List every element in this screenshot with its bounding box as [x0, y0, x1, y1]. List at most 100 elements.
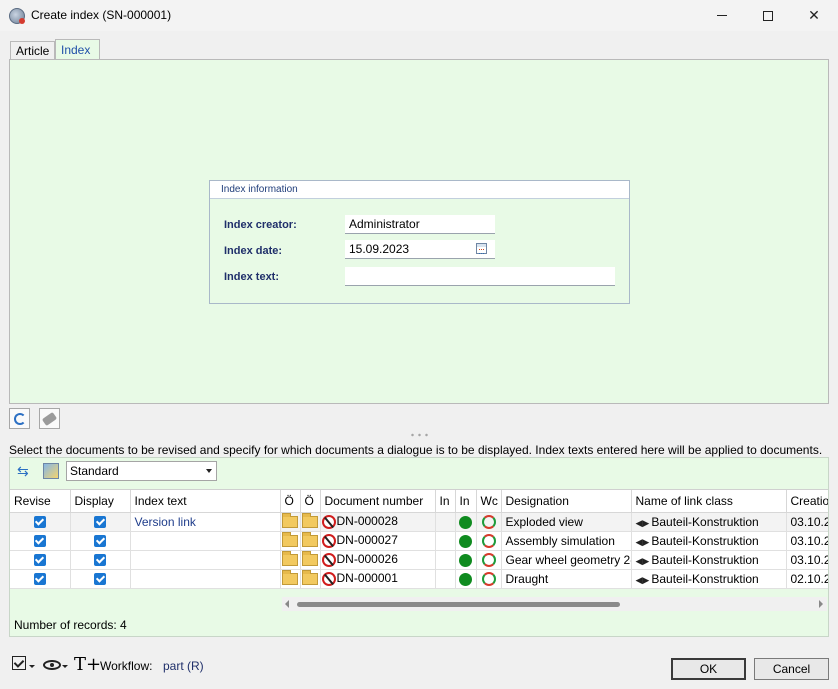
display-checkbox[interactable]	[94, 573, 106, 586]
maximize-icon	[763, 10, 773, 21]
workflow-cycle-icon	[481, 552, 496, 567]
status-green-icon	[459, 572, 472, 586]
scroll-right-icon[interactable]	[819, 600, 823, 608]
splitter-handle[interactable]	[409, 433, 431, 437]
folder-open-icon[interactable]	[302, 570, 318, 586]
index-text-cell[interactable]	[130, 550, 281, 570]
column-header-in1[interactable]: In	[435, 490, 456, 513]
status-green-icon	[459, 534, 472, 548]
index-text-cell[interactable]: Version link	[130, 512, 281, 532]
workflow-cycle-icon	[481, 533, 496, 548]
workflow-cycle-icon	[481, 571, 496, 586]
index-text-cell[interactable]	[130, 569, 281, 589]
link-arrows-icon: ◀▶	[635, 536, 650, 547]
column-header-display[interactable]: Display	[70, 490, 131, 513]
refresh-icon	[13, 412, 26, 425]
column-header-document-number[interactable]: Document number	[320, 490, 436, 513]
index-text-label: Index text:	[224, 271, 280, 283]
scroll-left-icon[interactable]	[285, 600, 289, 608]
document-locked-icon	[321, 552, 336, 567]
table-row[interactable]: DN-000026 Gear wheel geometry 2- ◀▶ Baute…	[10, 550, 828, 570]
view-dropdown[interactable]: Standard	[66, 461, 217, 481]
view-dropdown-value: Standard	[70, 464, 119, 478]
display-checkbox[interactable]	[94, 516, 106, 529]
refresh-button[interactable]	[9, 408, 30, 429]
workflow-value: part (R)	[163, 659, 204, 673]
workflow-label: Workflow:	[100, 659, 153, 673]
link-arrows-icon: ◀▶	[635, 574, 650, 585]
creation-cell: 02.10.20	[786, 569, 828, 589]
document-number: DN-000028	[336, 514, 398, 529]
revise-checkbox[interactable]	[33, 535, 46, 548]
instruction-text: Select the documents to be revised and s…	[9, 443, 823, 457]
creation-cell: 03.10.20	[786, 531, 828, 551]
index-creator-field[interactable]: Administrator	[345, 215, 495, 234]
document-number: DN-000027	[336, 533, 398, 548]
scrollbar-thumb[interactable]	[297, 602, 620, 607]
index-date-value: 15.09.2023	[349, 242, 410, 256]
column-header-designation[interactable]: Designation	[501, 490, 632, 513]
index-creator-label: Index creator:	[224, 219, 297, 231]
link-class-cell: Bauteil-Konstruktion	[651, 571, 759, 586]
revise-checkbox[interactable]	[33, 573, 46, 586]
grid-header-row: Revise Display Index text Ö Ö Document n…	[10, 490, 828, 513]
record-count: Number of records: 4	[14, 618, 127, 632]
display-checkbox[interactable]	[94, 554, 106, 567]
document-locked-icon	[321, 571, 336, 586]
close-button[interactable]: ✕	[791, 0, 837, 31]
document-locked-icon	[321, 533, 336, 548]
table-row[interactable]: DN-000001 Draught ◀▶ Bauteil-Konstruktion…	[10, 569, 828, 589]
folder-open-icon[interactable]	[302, 551, 318, 567]
table-row[interactable]: Version link DN-000028 Exploded view ◀▶ B…	[10, 512, 828, 532]
column-header-revise[interactable]: Revise	[10, 490, 71, 513]
chevron-down-icon[interactable]	[29, 665, 35, 668]
eraser-button[interactable]	[39, 408, 60, 429]
folder-icon[interactable]	[282, 532, 298, 548]
column-header-index-text[interactable]: Index text	[130, 490, 281, 513]
revise-checkbox[interactable]	[33, 554, 46, 567]
ok-button[interactable]: OK	[671, 658, 746, 680]
designation-cell: Assembly simulation	[501, 531, 632, 551]
index-text-cell[interactable]	[130, 531, 281, 551]
tab-index[interactable]: Index	[55, 39, 100, 61]
chevron-down-icon	[206, 469, 212, 473]
document-number: DN-000026	[336, 552, 398, 567]
maximize-button[interactable]	[745, 0, 791, 31]
calendar-icon[interactable]	[476, 243, 487, 254]
index-text-field[interactable]	[345, 267, 615, 286]
chevron-down-icon[interactable]	[62, 665, 68, 668]
designation-cell: Exploded view	[501, 512, 632, 532]
folder-icon[interactable]	[282, 551, 298, 567]
minimize-button[interactable]	[699, 0, 745, 31]
text-plus-icon[interactable]: T+	[74, 654, 101, 675]
folder-icon[interactable]	[282, 513, 298, 529]
cancel-button[interactable]: Cancel	[754, 658, 829, 680]
app-icon	[9, 8, 25, 24]
checklist-icon[interactable]	[12, 656, 26, 670]
swap-icon[interactable]: ⇆	[17, 463, 33, 479]
link-arrows-icon: ◀▶	[635, 555, 650, 566]
display-checkbox[interactable]	[94, 535, 106, 548]
title-bar: Create index (SN-000001) ✕	[0, 0, 838, 31]
designation-cell: Gear wheel geometry 2-	[501, 550, 632, 570]
column-header-wc[interactable]: Wc	[476, 490, 502, 513]
horizontal-scrollbar[interactable]	[282, 597, 827, 611]
window-title: Create index (SN-000001)	[31, 8, 172, 22]
column-header-o2[interactable]: Ö	[300, 490, 321, 513]
image-view-icon[interactable]	[43, 463, 59, 479]
folder-open-icon[interactable]	[302, 513, 318, 529]
workflow-cycle-icon	[481, 514, 496, 529]
folder-icon[interactable]	[282, 570, 298, 586]
folder-open-icon[interactable]	[302, 532, 318, 548]
index-date-field[interactable]: 15.09.2023	[345, 240, 495, 259]
designation-cell: Draught	[501, 569, 632, 589]
revise-checkbox[interactable]	[33, 516, 46, 529]
table-row[interactable]: DN-000027 Assembly simulation ◀▶ Bauteil-…	[10, 531, 828, 551]
column-header-link-class[interactable]: Name of link class	[631, 490, 787, 513]
tab-article[interactable]: Article	[10, 41, 56, 60]
link-class-cell: Bauteil-Konstruktion	[651, 514, 759, 529]
column-header-creation[interactable]: Creation	[786, 490, 828, 513]
column-header-o1[interactable]: Ö	[280, 490, 301, 513]
eye-icon[interactable]	[43, 660, 61, 670]
column-header-in2[interactable]: In	[455, 490, 477, 513]
